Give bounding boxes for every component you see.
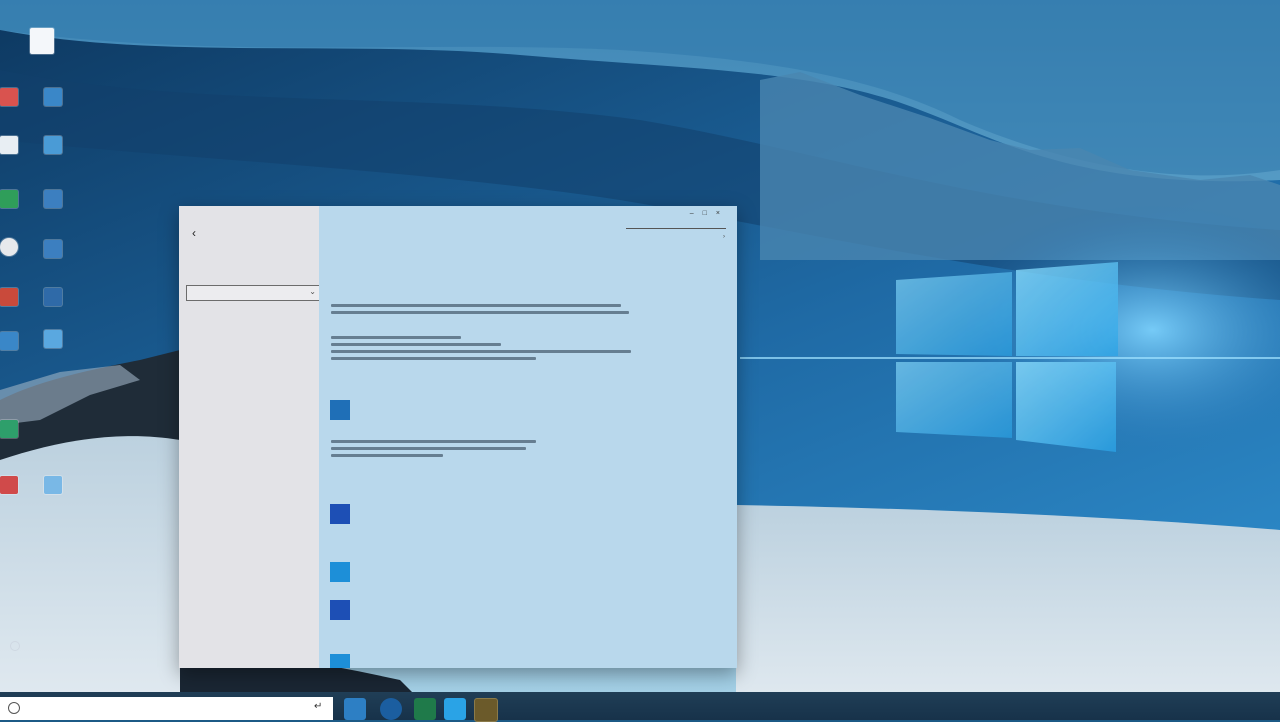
back-button[interactable]: ‹ — [192, 226, 206, 240]
search-icon — [8, 702, 20, 714]
microphone-icon[interactable]: ↵ — [314, 701, 322, 712]
description-paragraph — [331, 300, 631, 318]
window-controls: –□× — [690, 210, 729, 217]
app-icon — [44, 288, 62, 306]
desktop-icon[interactable] — [24, 136, 84, 180]
chevron-down-icon: ⌄ — [309, 287, 316, 296]
desktop-icon[interactable] — [24, 476, 84, 520]
taskbar-app-icon[interactable] — [344, 698, 366, 720]
desktop-icon[interactable] — [24, 190, 84, 234]
search-icon[interactable]: › — [723, 234, 725, 240]
app-icon — [44, 240, 62, 258]
taskbar-app-icon[interactable] — [414, 698, 436, 720]
app-icon — [44, 330, 62, 348]
app-icon — [44, 88, 62, 106]
close-button[interactable]: × — [716, 210, 729, 217]
app-icon — [44, 136, 62, 154]
app-icon — [0, 288, 18, 306]
taskbar-search-box[interactable]: ↵ — [0, 697, 333, 720]
settings-option-icon[interactable] — [330, 562, 350, 582]
settings-option-icon[interactable] — [330, 504, 350, 524]
minimize-button[interactable]: – — [690, 210, 703, 217]
description-paragraph — [331, 332, 631, 364]
app-icon — [0, 332, 18, 350]
app-icon — [0, 190, 18, 208]
settings-option-icon[interactable] — [330, 400, 350, 420]
desktop-icon[interactable] — [24, 240, 84, 284]
app-icon — [0, 238, 18, 256]
settings-content-pane: –□× › — [319, 206, 737, 668]
app-icon — [44, 476, 62, 494]
cortana-icon[interactable] — [10, 641, 20, 651]
app-icon — [0, 476, 18, 494]
app-icon — [0, 420, 18, 438]
taskbar-app-icon[interactable] — [444, 698, 466, 720]
settings-option-icon[interactable] — [330, 654, 350, 668]
desktop-icon-this-pc[interactable] — [6, 28, 66, 72]
content-search-input[interactable] — [626, 228, 726, 229]
maximize-button[interactable]: □ — [703, 210, 716, 217]
pc-icon — [30, 28, 54, 54]
settings-nav-pane: ‹ ⌄ — [179, 206, 320, 668]
description-paragraph — [331, 436, 631, 461]
desktop-icon[interactable] — [24, 288, 84, 332]
taskbar-app-icon[interactable] — [380, 698, 402, 720]
settings-window: ‹ ⌄ –□× › — [179, 206, 737, 668]
settings-search-input[interactable]: ⌄ — [186, 285, 320, 301]
taskbar-app-icon[interactable] — [474, 698, 498, 722]
app-icon — [0, 136, 18, 154]
settings-option-icon[interactable] — [330, 600, 350, 620]
app-icon — [0, 88, 18, 106]
desktop-icon[interactable] — [24, 88, 84, 132]
app-icon — [44, 190, 62, 208]
desktop-icon[interactable] — [24, 330, 84, 374]
desktop-icon[interactable] — [0, 420, 40, 464]
